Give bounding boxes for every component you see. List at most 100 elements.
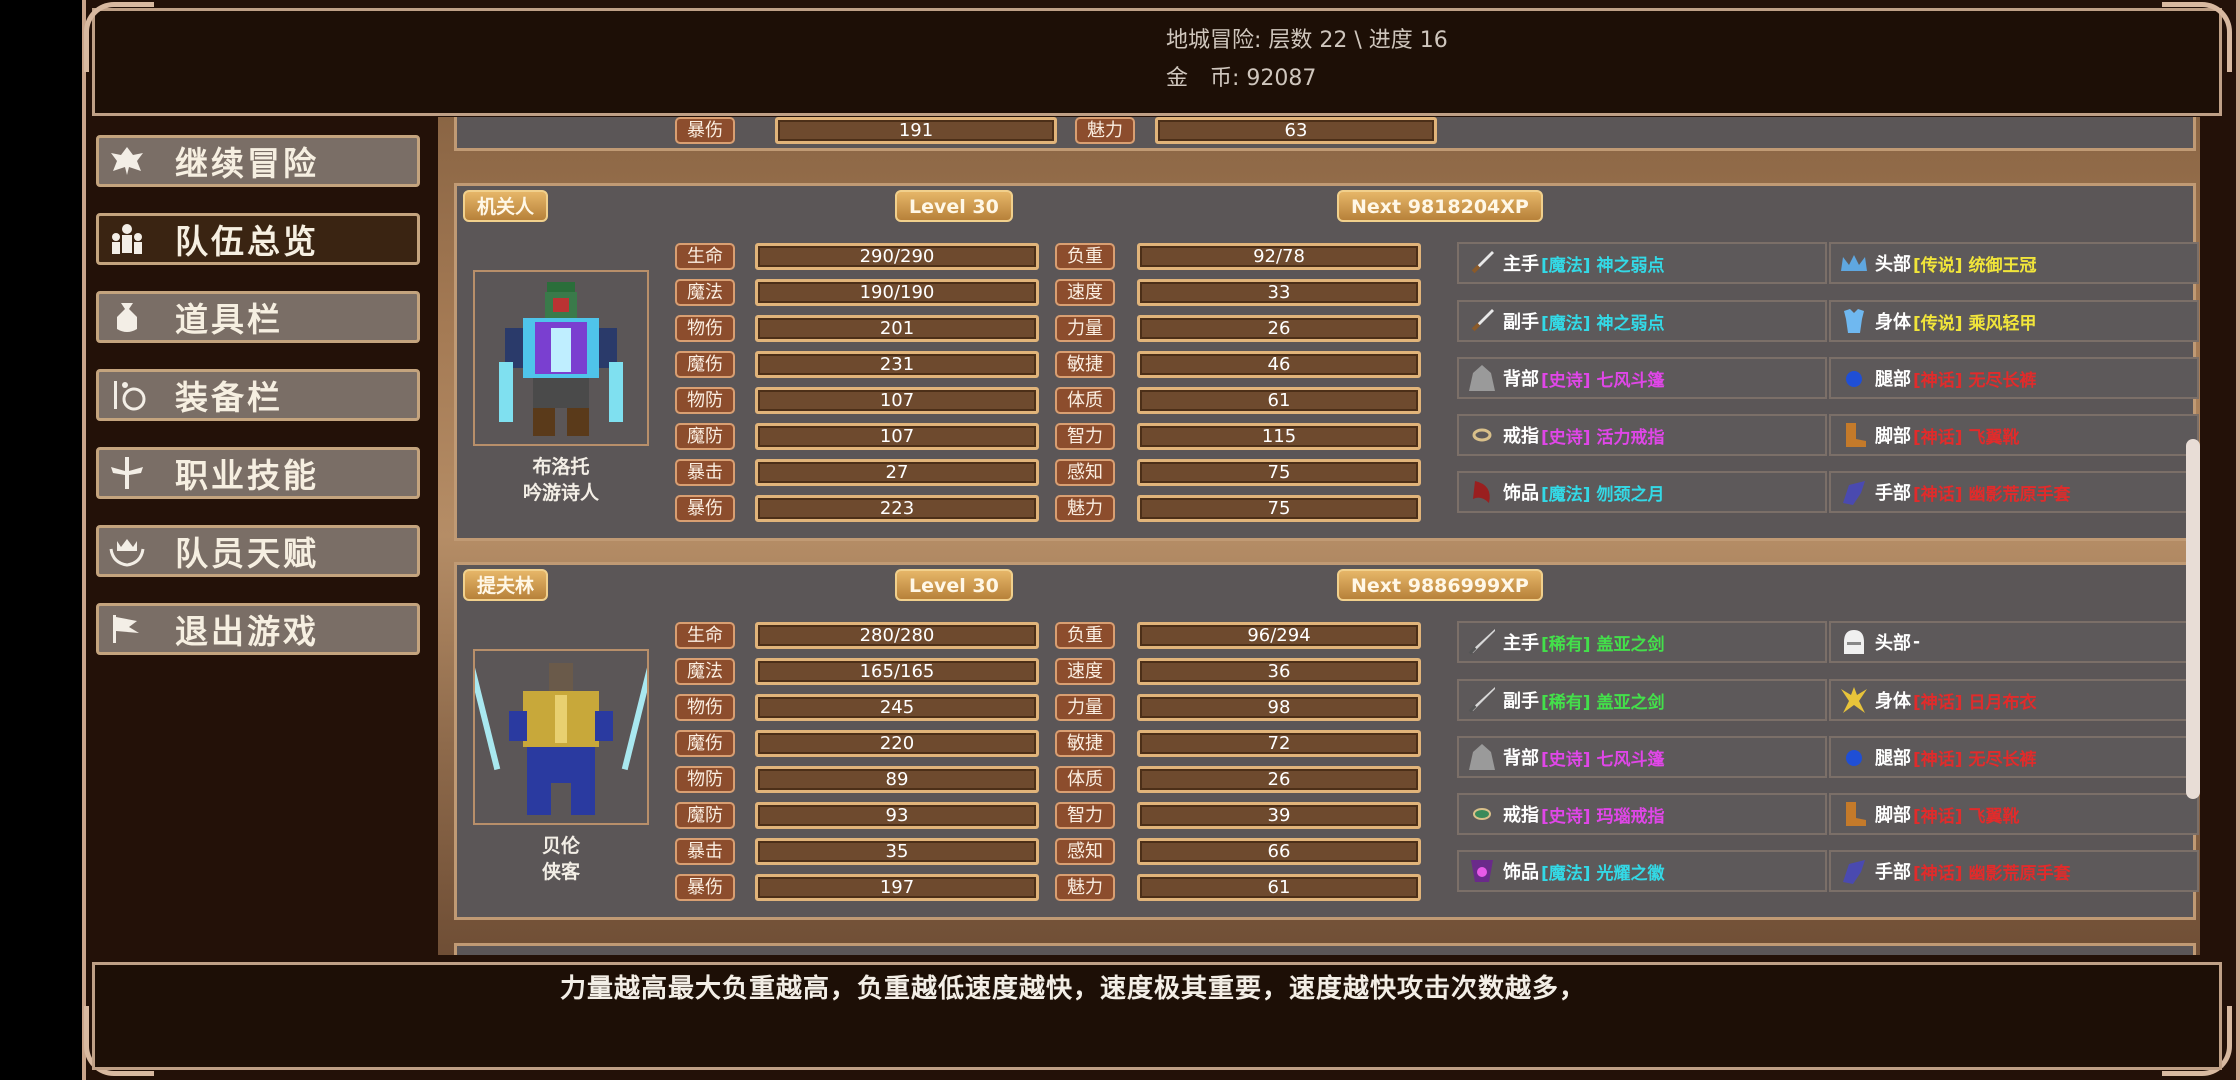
- stat-value: 96/294: [1137, 622, 1421, 649]
- party-overview-panel[interactable]: 暴伤 191 魅力 63 机关人 Level 30 Next 9818204XP: [438, 117, 2200, 955]
- equip-slot-feet[interactable]: 脚部 [神话] 飞翼靴: [1829, 414, 2199, 456]
- stat-label: 暴击: [675, 459, 735, 486]
- equipment-icon: [105, 375, 149, 415]
- gloves-icon: [1837, 854, 1871, 888]
- equip-slot-accessory[interactable]: 饰品 [魔法] 刎颈之月: [1457, 471, 1827, 513]
- stat-value: 107: [755, 423, 1039, 450]
- sword-wings-icon: [105, 453, 149, 493]
- stat-label: 体质: [1055, 766, 1115, 793]
- exit-flag-icon: [105, 609, 149, 649]
- stat-value: 61: [1137, 387, 1421, 414]
- stat-label: 智力: [1055, 423, 1115, 450]
- bard-sprite: [499, 282, 623, 436]
- robe-icon: [1837, 683, 1871, 717]
- stat-value: 26: [1137, 766, 1421, 793]
- dagger-icon: [1465, 246, 1499, 280]
- boots-icon: [1837, 418, 1871, 452]
- stat-label: 物防: [675, 766, 735, 793]
- equip-slot-accessory[interactable]: 饰品 [魔法] 光耀之徽: [1457, 850, 1827, 892]
- equip-slot-hands[interactable]: 手部 [神话] 幽影荒原手套: [1829, 471, 2199, 513]
- stat-value: 46: [1137, 351, 1421, 378]
- equip-slot-ring[interactable]: 戒指 [史诗] 玛瑙戒指: [1457, 793, 1827, 835]
- race-tag: 机关人: [463, 190, 549, 222]
- character-name: 布洛托: [532, 456, 590, 478]
- equip-slot-ring[interactable]: 戒指 [史诗] 活力戒指: [1457, 414, 1827, 456]
- equip-slot-hands[interactable]: 手部 [神话] 幽影荒原手套: [1829, 850, 2199, 892]
- equip-slot-feet[interactable]: 脚部 [神话] 飞翼靴: [1829, 793, 2199, 835]
- stat-value: 223: [755, 495, 1039, 522]
- scrollbar[interactable]: [2186, 439, 2200, 799]
- equip-slot-offhand[interactable]: 副手 [稀有] 盖亚之剑: [1457, 679, 1827, 721]
- stat-value: 115: [1137, 423, 1421, 450]
- member-card: 机关人 Level 30 Next 9818204XP 布洛托 吟游诗人 生命 …: [454, 183, 2199, 541]
- menu-inventory[interactable]: 道具栏: [96, 291, 420, 343]
- gold-label: 金 币:: [1166, 66, 1240, 91]
- pants-icon: [1837, 740, 1871, 774]
- next-member-card-partial: [454, 943, 2196, 955]
- stat-value: 89: [755, 766, 1039, 793]
- stat-value: 72: [1137, 730, 1421, 757]
- stat-label: 体质: [1055, 387, 1115, 414]
- equip-slot-body[interactable]: 身体 [传说] 乘风轻甲: [1829, 300, 2199, 342]
- stat-label: 负重: [1055, 622, 1115, 649]
- stat-label: 速度: [1055, 279, 1115, 306]
- equip-slot-back[interactable]: 背部 [史诗] 七风斗篷: [1457, 357, 1827, 399]
- ring-icon: [1465, 418, 1499, 452]
- stat-label: 感知: [1055, 838, 1115, 865]
- menu-exit-game[interactable]: 退出游戏: [96, 603, 420, 655]
- stat-label: 魔防: [675, 423, 735, 450]
- equip-slot-head[interactable]: 头部 [传说] 统御王冠: [1829, 242, 2199, 284]
- swordsman-sprite: [467, 661, 655, 815]
- stat-value: 290/290: [755, 243, 1039, 270]
- stat-value: 66: [1137, 838, 1421, 865]
- equip-slot-mainhand[interactable]: 主手 [稀有] 盖亚之剑: [1457, 621, 1827, 663]
- stat-label: 暴伤: [675, 495, 735, 522]
- character-name: 贝伦: [541, 835, 580, 857]
- stat-value: 93: [755, 802, 1039, 829]
- stat-label: 感知: [1055, 459, 1115, 486]
- stat-label: 速度: [1055, 658, 1115, 685]
- frame-corner: [84, 2, 154, 72]
- equip-slot-mainhand[interactable]: 主手 [魔法] 神之弱点: [1457, 242, 1827, 284]
- card-header: 机关人 Level 30 Next 9818204XP: [457, 186, 2193, 226]
- stat-label: 暴伤: [675, 117, 735, 144]
- equip-slot-offhand[interactable]: 副手 [魔法] 神之弱点: [1457, 300, 1827, 342]
- next-xp-tag: Next 9818204XP: [1337, 190, 1543, 222]
- equip-slot-legs[interactable]: 腿部 [神话] 无尽长裤: [1829, 357, 2199, 399]
- equip-slot-head[interactable]: 头部 -: [1829, 621, 2199, 663]
- gloves-icon: [1837, 475, 1871, 509]
- stat-value: 75: [1137, 495, 1421, 522]
- previous-member-card-partial: 暴伤 191 魅力 63: [454, 117, 2196, 151]
- equip-slot-back[interactable]: 背部 [史诗] 七风斗篷: [1457, 736, 1827, 778]
- menu-member-talents[interactable]: 队员天赋: [96, 525, 420, 577]
- equip-slot-body[interactable]: 身体 [神话] 日月布衣: [1829, 679, 2199, 721]
- menu-class-skills[interactable]: 职业技能: [96, 447, 420, 499]
- stat-value: 107: [755, 387, 1039, 414]
- stat-value: 231: [755, 351, 1039, 378]
- stat-value: 165/165: [755, 658, 1039, 685]
- stat-value: 61: [1137, 874, 1421, 901]
- dungeon-progress: 地城冒险: 层数 22 \ 进度 16: [1166, 28, 1448, 53]
- stat-label: 敏捷: [1055, 351, 1115, 378]
- bag-icon: [105, 297, 149, 337]
- menu-party-overview[interactable]: 队伍总览: [96, 213, 420, 265]
- stat-value: 220: [755, 730, 1039, 757]
- stat-label: 魔法: [675, 658, 735, 685]
- level-tag: Level 30: [895, 569, 1013, 601]
- stat-label: 暴击: [675, 838, 735, 865]
- character-portrait[interactable]: [473, 270, 649, 446]
- stat-value: 92/78: [1137, 243, 1421, 270]
- stat-label: 物伤: [675, 694, 735, 721]
- character-portrait[interactable]: [467, 649, 655, 825]
- menu-equipment[interactable]: 装备栏: [96, 369, 420, 421]
- stat-label: 暴伤: [675, 874, 735, 901]
- stat-label: 智力: [1055, 802, 1115, 829]
- equip-slot-legs[interactable]: 腿部 [神话] 无尽长裤: [1829, 736, 2199, 778]
- sword-icon: [1465, 683, 1499, 717]
- menu-continue-adventure[interactable]: 继续冒险: [96, 135, 420, 187]
- gold-display: 金 币: 92087: [1166, 60, 1316, 92]
- stat-value: 197: [755, 874, 1039, 901]
- stat-label: 力量: [1055, 315, 1115, 342]
- card-header: 提夫林 Level 30 Next 9886999XP: [457, 565, 2193, 605]
- cloak-icon: [1465, 361, 1499, 395]
